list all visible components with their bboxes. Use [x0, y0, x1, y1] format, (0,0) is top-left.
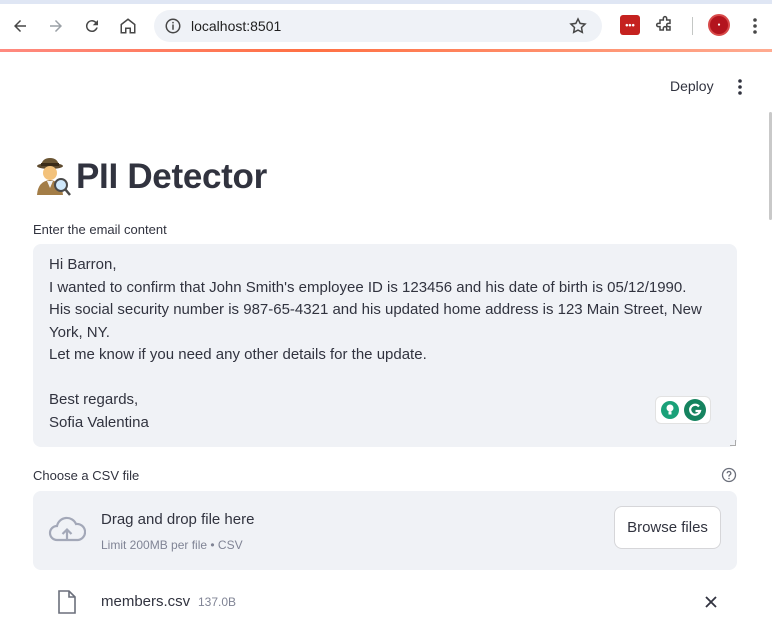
file-dropzone[interactable]: Drag and drop file here Limit 200MB per …: [33, 491, 737, 570]
bookmark-star-icon[interactable]: [568, 16, 588, 36]
email-line: I wanted to confirm that John Smith's em…: [49, 278, 687, 296]
email-line: [49, 367, 721, 390]
extension-password-icon[interactable]: •••: [620, 15, 640, 35]
help-icon[interactable]: [721, 467, 737, 483]
deploy-button[interactable]: Deploy: [662, 76, 722, 96]
csv-field-label: Choose a CSV file: [33, 468, 140, 483]
back-arrow-icon[interactable]: [8, 14, 32, 38]
extensions-icon[interactable]: [655, 15, 675, 35]
dropzone-title: Drag and drop file here: [101, 511, 255, 528]
grammarly-icon[interactable]: [683, 398, 707, 422]
detective-icon: [37, 158, 71, 196]
title-text: PII Detector: [76, 157, 267, 196]
browse-files-button[interactable]: Browse files: [614, 506, 721, 549]
browser-toolbar: localhost:8501 ••• ●: [0, 0, 772, 52]
email-field-label: Enter the email content: [33, 222, 167, 237]
app-menu-icon[interactable]: [732, 78, 748, 96]
tab-strip-edge: [0, 0, 772, 4]
file-size: 137.0B: [198, 595, 237, 609]
page-title: PII Detector: [33, 157, 267, 197]
grammarly-widget[interactable]: [655, 396, 711, 424]
lightbulb-icon[interactable]: [660, 400, 680, 420]
url-text[interactable]: localhost:8501: [191, 18, 281, 34]
kebab-menu-icon[interactable]: [746, 16, 764, 36]
email-line: York, NY.: [49, 323, 110, 341]
profile-avatar[interactable]: ●: [708, 14, 730, 36]
site-info-icon[interactable]: [164, 17, 182, 35]
cloud-upload-icon: [48, 516, 86, 542]
email-line: Hi Barron,: [49, 256, 117, 273]
app-header: Deploy: [0, 52, 772, 112]
email-line: Let me know if you need any other detail…: [49, 346, 427, 363]
address-bar[interactable]: localhost:8501: [154, 10, 602, 42]
email-textarea[interactable]: Hi Barron, I wanted to confirm that John…: [33, 244, 737, 447]
forward-arrow-icon[interactable]: [44, 14, 68, 38]
home-icon[interactable]: [116, 14, 140, 38]
email-line: Sofia Valentina: [49, 413, 149, 431]
close-icon[interactable]: [703, 594, 719, 610]
file-name: members.csv: [101, 593, 191, 610]
resize-handle[interactable]: [730, 440, 736, 446]
email-line: His social security number is 987-65-432…: [49, 301, 702, 318]
email-line: Best regards,: [49, 391, 139, 408]
toolbar-divider: [692, 17, 693, 35]
dropzone-limit: Limit 200MB per file • CSV: [101, 538, 243, 552]
file-icon: [58, 590, 76, 614]
reload-icon[interactable]: [80, 14, 104, 38]
uploaded-file-row: members.csv 137.0B: [33, 586, 737, 618]
